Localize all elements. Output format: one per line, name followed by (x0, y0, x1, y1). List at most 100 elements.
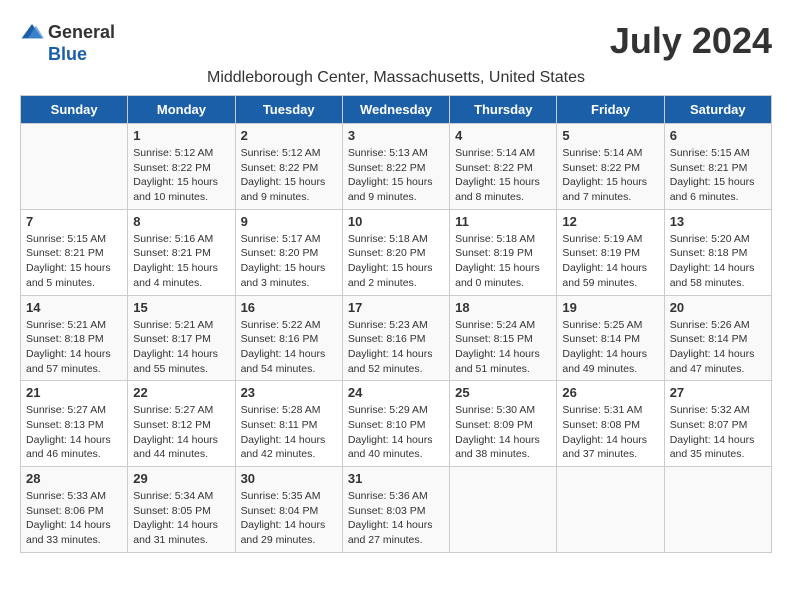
cell-info-text: Sunrise: 5:29 AMSunset: 8:10 PMDaylight:… (348, 403, 444, 462)
cell-info-text: Sunrise: 5:17 AMSunset: 8:20 PMDaylight:… (241, 232, 337, 291)
cell-day-number: 21 (26, 385, 122, 400)
cell-info-text: Sunrise: 5:35 AMSunset: 8:04 PMDaylight:… (241, 489, 337, 548)
cell-day-number: 28 (26, 471, 122, 486)
cell-info-text: Sunrise: 5:30 AMSunset: 8:09 PMDaylight:… (455, 403, 551, 462)
cell-day-number: 22 (133, 385, 229, 400)
cell-day-number: 31 (348, 471, 444, 486)
header-thursday: Thursday (450, 96, 557, 124)
calendar-cell: 14 Sunrise: 5:21 AMSunset: 8:18 PMDayligh… (21, 295, 128, 381)
calendar-cell: 31 Sunrise: 5:36 AMSunset: 8:03 PMDayligh… (342, 467, 449, 553)
cell-info-text: Sunrise: 5:18 AMSunset: 8:20 PMDaylight:… (348, 232, 444, 291)
calendar-cell: 13Sunrise: 5:20 AMSunset: 8:18 PMDayligh… (664, 209, 771, 295)
cell-day-number: 27 (670, 385, 766, 400)
cell-info-text: Sunrise: 5:27 AMSunset: 8:12 PMDaylight:… (133, 403, 229, 462)
cell-info-text: Sunrise: 5:22 AMSunset: 8:16 PMDaylight:… (241, 318, 337, 377)
logo-blue: Blue (48, 44, 87, 65)
calendar-cell (21, 124, 128, 210)
cell-day-number: 3 (348, 128, 444, 143)
cell-info-text: Sunrise: 5:25 AMSunset: 8:14 PMDaylight:… (562, 318, 658, 377)
logo-general: General (48, 22, 115, 43)
calendar-cell: 15 Sunrise: 5:21 AMSunset: 8:17 PMDayligh… (128, 295, 235, 381)
header-tuesday: Tuesday (235, 96, 342, 124)
cell-info-text: Sunrise: 5:13 AMSunset: 8:22 PMDaylight:… (348, 146, 444, 205)
calendar-cell (664, 467, 771, 553)
calendar-cell: 29 Sunrise: 5:34 AMSunset: 8:05 PMDayligh… (128, 467, 235, 553)
calendar-week-row: 28Sunrise: 5:33 AMSunset: 8:06 PMDayligh… (21, 467, 772, 553)
cell-day-number: 2 (241, 128, 337, 143)
calendar-cell: 11 Sunrise: 5:18 AMSunset: 8:19 PMDayligh… (450, 209, 557, 295)
calendar-cell: 21 Sunrise: 5:27 AMSunset: 8:13 PMDayligh… (21, 381, 128, 467)
calendar-cell: 2 Sunrise: 5:12 AMSunset: 8:22 PMDaylight… (235, 124, 342, 210)
cell-info-text: Sunrise: 5:21 AMSunset: 8:18 PMDaylight:… (26, 318, 122, 377)
cell-day-number: 15 (133, 300, 229, 315)
calendar-cell: 4Sunrise: 5:14 AMSunset: 8:22 PMDaylight… (450, 124, 557, 210)
cell-info-text: Sunrise: 5:24 AMSunset: 8:15 PMDaylight:… (455, 318, 551, 377)
cell-info-text: Sunrise: 5:18 AMSunset: 8:19 PMDaylight:… (455, 232, 551, 291)
logo: General Blue (20, 20, 115, 65)
calendar-cell (557, 467, 664, 553)
calendar-cell: 22 Sunrise: 5:27 AMSunset: 8:12 PMDayligh… (128, 381, 235, 467)
cell-info-text: Sunrise: 5:36 AMSunset: 8:03 PMDaylight:… (348, 489, 444, 548)
calendar-cell: 23Sunrise: 5:28 AMSunset: 8:11 PMDayligh… (235, 381, 342, 467)
cell-info-text: Sunrise: 5:20 AMSunset: 8:18 PMDaylight:… (670, 232, 766, 291)
cell-day-number: 6 (670, 128, 766, 143)
cell-day-number: 5 (562, 128, 658, 143)
calendar-cell: 3 Sunrise: 5:13 AMSunset: 8:22 PMDaylight… (342, 124, 449, 210)
calendar-header-row: SundayMondayTuesdayWednesdayThursdayFrid… (21, 96, 772, 124)
cell-info-text: Sunrise: 5:19 AMSunset: 8:19 PMDaylight:… (562, 232, 658, 291)
calendar-cell: 10 Sunrise: 5:18 AMSunset: 8:20 PMDayligh… (342, 209, 449, 295)
cell-info-text: Sunrise: 5:12 AMSunset: 8:22 PMDaylight:… (241, 146, 337, 205)
cell-day-number: 11 (455, 214, 551, 229)
calendar-week-row: 7Sunrise: 5:15 AMSunset: 8:21 PMDaylight… (21, 209, 772, 295)
calendar-cell: 6Sunrise: 5:15 AMSunset: 8:21 PMDaylight… (664, 124, 771, 210)
cell-day-number: 8 (133, 214, 229, 229)
cell-info-text: Sunrise: 5:21 AMSunset: 8:17 PMDaylight:… (133, 318, 229, 377)
cell-day-number: 20 (670, 300, 766, 315)
cell-day-number: 17 (348, 300, 444, 315)
cell-info-text: Sunrise: 5:16 AMSunset: 8:21 PMDaylight:… (133, 232, 229, 291)
calendar-cell: 24 Sunrise: 5:29 AMSunset: 8:10 PMDayligh… (342, 381, 449, 467)
calendar-cell: 18 Sunrise: 5:24 AMSunset: 8:15 PMDayligh… (450, 295, 557, 381)
header-sunday: Sunday (21, 96, 128, 124)
cell-day-number: 19 (562, 300, 658, 315)
cell-day-number: 30 (241, 471, 337, 486)
header-wednesday: Wednesday (342, 96, 449, 124)
cell-day-number: 7 (26, 214, 122, 229)
cell-day-number: 14 (26, 300, 122, 315)
calendar-week-row: 21 Sunrise: 5:27 AMSunset: 8:13 PMDayligh… (21, 381, 772, 467)
cell-day-number: 1 (133, 128, 229, 143)
calendar-cell: 20 Sunrise: 5:26 AMSunset: 8:14 PMDayligh… (664, 295, 771, 381)
calendar-cell: 12Sunrise: 5:19 AMSunset: 8:19 PMDayligh… (557, 209, 664, 295)
calendar-cell: 26Sunrise: 5:31 AMSunset: 8:08 PMDayligh… (557, 381, 664, 467)
cell-info-text: Sunrise: 5:31 AMSunset: 8:08 PMDaylight:… (562, 403, 658, 462)
calendar-cell: 28Sunrise: 5:33 AMSunset: 8:06 PMDayligh… (21, 467, 128, 553)
calendar-cell: 1 Sunrise: 5:12 AMSunset: 8:22 PMDaylight… (128, 124, 235, 210)
calendar-cell: 8 Sunrise: 5:16 AMSunset: 8:21 PMDaylight… (128, 209, 235, 295)
calendar-week-row: 1 Sunrise: 5:12 AMSunset: 8:22 PMDaylight… (21, 124, 772, 210)
calendar-cell: 9 Sunrise: 5:17 AMSunset: 8:20 PMDaylight… (235, 209, 342, 295)
cell-info-text: Sunrise: 5:14 AMSunset: 8:22 PMDaylight:… (562, 146, 658, 205)
calendar-cell: 25 Sunrise: 5:30 AMSunset: 8:09 PMDayligh… (450, 381, 557, 467)
cell-day-number: 16 (241, 300, 337, 315)
month-year-title: July 2024 (610, 20, 772, 62)
cell-day-number: 18 (455, 300, 551, 315)
cell-day-number: 23 (241, 385, 337, 400)
header-friday: Friday (557, 96, 664, 124)
cell-day-number: 4 (455, 128, 551, 143)
cell-info-text: Sunrise: 5:32 AMSunset: 8:07 PMDaylight:… (670, 403, 766, 462)
cell-day-number: 29 (133, 471, 229, 486)
location-title: Middleborough Center, Massachusetts, Uni… (20, 69, 772, 87)
cell-day-number: 25 (455, 385, 551, 400)
cell-info-text: Sunrise: 5:12 AMSunset: 8:22 PMDaylight:… (133, 146, 229, 205)
calendar-cell: 5 Sunrise: 5:14 AMSunset: 8:22 PMDaylight… (557, 124, 664, 210)
calendar-cell: 7Sunrise: 5:15 AMSunset: 8:21 PMDaylight… (21, 209, 128, 295)
cell-info-text: Sunrise: 5:27 AMSunset: 8:13 PMDaylight:… (26, 403, 122, 462)
cell-day-number: 24 (348, 385, 444, 400)
calendar-cell: 16 Sunrise: 5:22 AMSunset: 8:16 PMDayligh… (235, 295, 342, 381)
cell-day-number: 9 (241, 214, 337, 229)
calendar-cell: 27 Sunrise: 5:32 AMSunset: 8:07 PMDayligh… (664, 381, 771, 467)
cell-info-text: Sunrise: 5:26 AMSunset: 8:14 PMDaylight:… (670, 318, 766, 377)
cell-day-number: 10 (348, 214, 444, 229)
cell-info-text: Sunrise: 5:34 AMSunset: 8:05 PMDaylight:… (133, 489, 229, 548)
calendar-cell: 30 Sunrise: 5:35 AMSunset: 8:04 PMDayligh… (235, 467, 342, 553)
